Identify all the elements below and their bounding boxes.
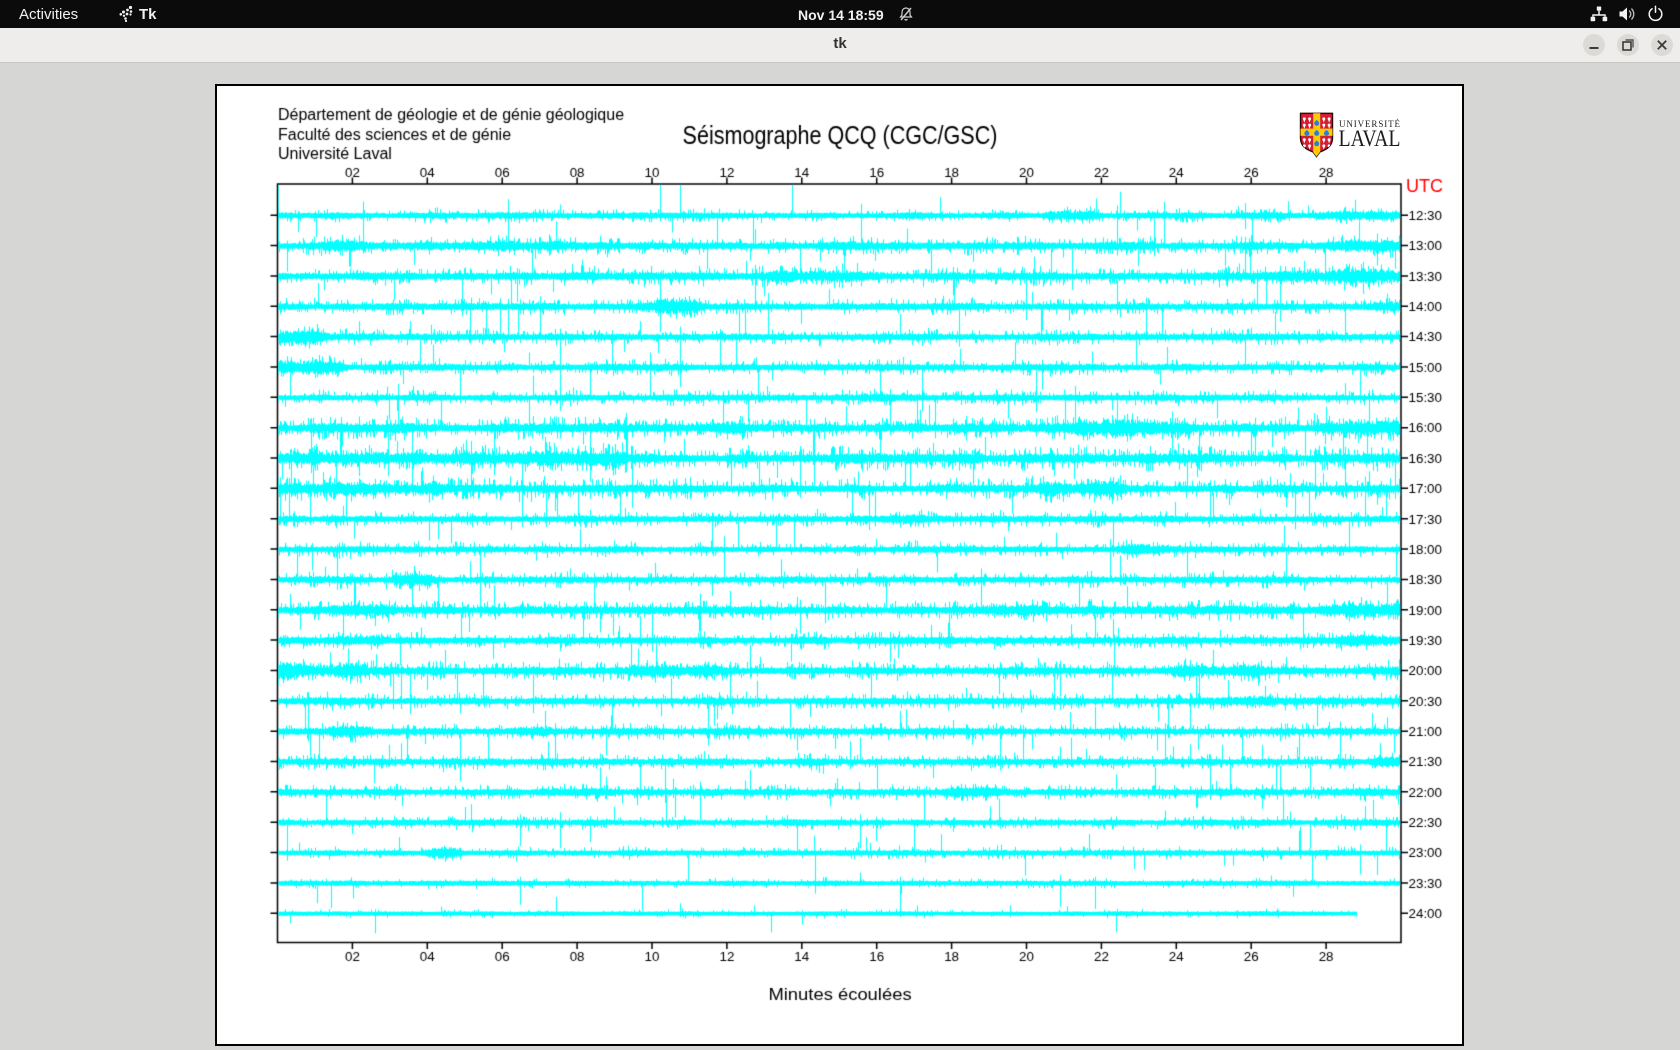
svg-text:LAVAL: LAVAL <box>1339 126 1401 151</box>
